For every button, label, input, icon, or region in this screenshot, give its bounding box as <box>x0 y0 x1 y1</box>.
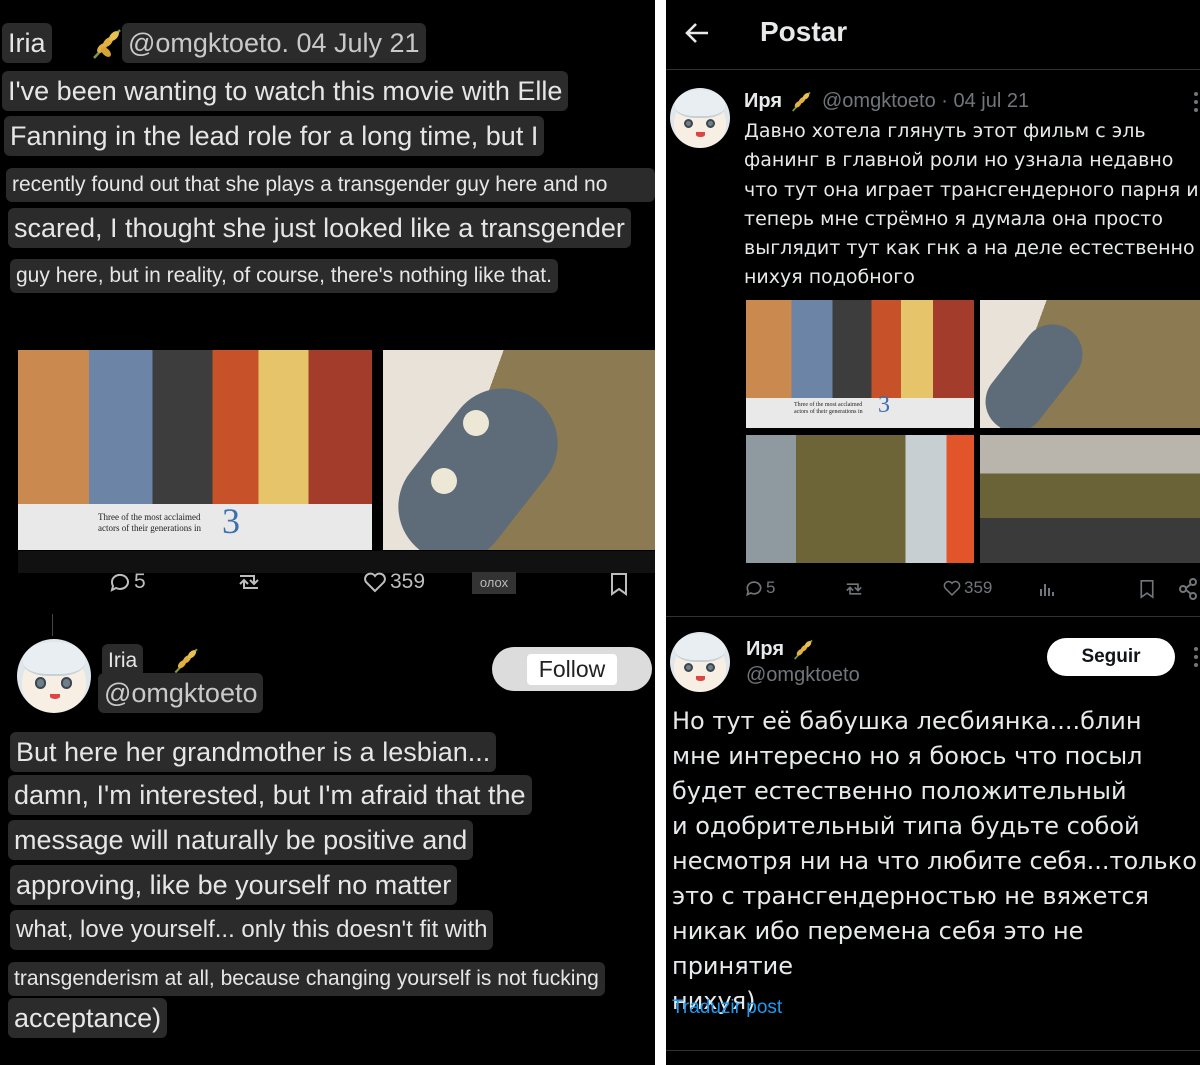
divider <box>666 616 1200 617</box>
reply-author-handle: @omgktoeto <box>98 673 264 713</box>
tweet-line: scared, I thought she just looked like a… <box>8 208 631 248</box>
wheat-emoji-icon <box>174 648 198 674</box>
more-icon[interactable] <box>1194 647 1198 667</box>
reply-count: 5 <box>766 578 776 597</box>
top-bar: Postar <box>666 0 1200 70</box>
tweet-image-movie-poster[interactable]: Three of the most acclaimed actors of th… <box>746 300 974 428</box>
reply-action[interactable]: 5 <box>744 578 775 598</box>
tweet-line: recently found out that she plays a tran… <box>6 168 655 202</box>
reply-icon <box>746 581 762 597</box>
reply-line: But here her grandmother is a lesbian... <box>10 732 497 772</box>
tweet-image-sitting[interactable] <box>980 435 1200 563</box>
follow-button[interactable]: Seguir <box>1047 638 1175 676</box>
tweet-text-line: нихуя подобного <box>744 266 915 289</box>
poster-caption-text: Three of the most acclaimed actors of th… <box>794 402 863 415</box>
reply-icon <box>110 573 129 592</box>
tweet-line: I've been wanting to watch this movie wi… <box>2 71 569 111</box>
views-icon[interactable] <box>1038 580 1056 598</box>
poster-caption-number: 3 <box>878 392 890 418</box>
reply-text-line: будет естественно положительный <box>672 777 1127 805</box>
reply-action[interactable]: 5 <box>108 570 146 594</box>
follow-button-label: Seguir <box>1081 646 1141 667</box>
author-handle-date: @omgktoeto · 04 jul 21 <box>822 90 1030 112</box>
retweet-icon[interactable] <box>842 579 866 599</box>
reply-text-line: мне интересно но я боюсь что посыл <box>672 742 1143 770</box>
back-arrow-icon[interactable] <box>682 18 712 48</box>
more-icon[interactable] <box>1194 92 1198 112</box>
tweet-text-line: выглядит тут как гнк а на деле естествен… <box>744 237 1195 260</box>
wheat-emoji-icon <box>93 29 121 59</box>
retweet-action[interactable] <box>234 570 264 594</box>
reply-text-line: и одобрительный типа будьте собой <box>672 812 1140 840</box>
divider <box>666 1050 1200 1051</box>
reply-author-name[interactable]: Иря <box>746 638 784 661</box>
poster-caption: Three of the most acclaimed actors of th… <box>18 501 372 550</box>
reply-line: approving, like be yourself no matter <box>10 865 458 905</box>
wheel-shape <box>431 468 457 494</box>
retweet-icon <box>239 575 259 589</box>
reply-text-line: это с трансгендерностью не вяжется <box>672 882 1149 910</box>
tweet-text-line: Давно хотела глянуть этот фильм с эль <box>744 120 1146 142</box>
follow-button[interactable]: Follow <box>492 647 652 691</box>
original-screenshot-panel: Postar Иря @omgktoeto · 04 jul 21 Давно … <box>666 0 1200 1065</box>
wheat-emoji-icon <box>794 639 813 660</box>
tweet-text-line: теперь мне стрёмно я думала она просто <box>744 207 1163 230</box>
like-count: 359 <box>390 570 426 593</box>
poster-caption: Three of the most acclaimed actors of th… <box>746 392 974 428</box>
follow-button-label: Follow <box>526 653 618 685</box>
author-handle-date: @omgktoeto. 04 July 21 <box>122 23 426 63</box>
reply-text-line: несмотря ни на что любите себя...только <box>672 847 1197 875</box>
bookmark-icon[interactable] <box>1138 579 1156 599</box>
translate-post-link[interactable]: Traduzir post <box>672 997 782 1019</box>
poster-caption-number: 3 <box>222 501 240 541</box>
reply-line: transgenderism at all, because changing … <box>8 962 605 996</box>
page-title: Postar <box>760 16 848 47</box>
author-name-text: Iria <box>8 28 46 58</box>
reply-author-name-text: Iria <box>108 649 138 672</box>
reply-count: 5 <box>134 570 146 593</box>
views-label: олох <box>479 575 509 590</box>
reply-text: Но тут её бабушка лесбиянка....блин мне … <box>672 704 1200 1019</box>
reply-line: damn, I'm interested, but I'm afraid tha… <box>8 775 532 815</box>
wheel-shape <box>463 410 489 436</box>
reply-line: acceptance) <box>8 998 168 1038</box>
reply-text-line: никак ибо перемена себя это не принятие <box>672 917 1084 980</box>
like-icon <box>364 572 386 593</box>
tweet-text-line: фанинг в главной роли но узнала недавно <box>744 149 1174 172</box>
skateboard-shape <box>383 366 580 550</box>
avatar[interactable] <box>670 88 730 148</box>
views-overlay: олох <box>472 572 516 594</box>
like-count: 359 <box>964 578 993 597</box>
reply-line: message will naturally be positive and <box>8 820 474 860</box>
tweet-line: guy here, but in reality, of course, the… <box>10 259 558 293</box>
tweet-image-jacket[interactable] <box>746 435 974 563</box>
share-icon[interactable] <box>1178 578 1198 600</box>
tweet-image-skateboard[interactable] <box>980 300 1200 428</box>
tweet-text-line: что тут она играет трансгендерного парня… <box>744 178 1199 201</box>
translated-screenshot-panel: Iria @omgktoeto. 04 July 21 I've been wa… <box>0 0 655 1065</box>
thread-line <box>52 614 53 636</box>
author-name[interactable]: Iria <box>2 23 52 63</box>
like-action[interactable]: 359 <box>942 578 992 598</box>
avatar[interactable] <box>670 632 730 692</box>
wheat-emoji-icon <box>792 91 811 112</box>
poster-caption-text: Three of the most acclaimed actors of th… <box>98 512 201 533</box>
tweet-line: Fanning in the lead role for a long time… <box>4 116 545 156</box>
tweet-image-movie-poster[interactable]: Three of the most acclaimed actors of th… <box>18 350 372 550</box>
reply-line: what, love yourself... only this doesn't… <box>10 910 494 950</box>
author-name[interactable]: Иря <box>744 90 782 113</box>
like-action[interactable]: 359 <box>362 570 425 594</box>
like-icon <box>943 580 961 597</box>
tweet-text: Давно хотела глянуть этот фильм с эль фа… <box>744 117 1200 293</box>
avatar[interactable] <box>17 639 91 713</box>
reply-text-line: Но тут её бабушка лесбиянка....блин <box>672 707 1142 735</box>
tweet-image-skateboard[interactable] <box>383 350 655 550</box>
bookmark-icon[interactable] <box>608 572 630 596</box>
reply-author-handle: @omgktoeto <box>746 664 860 686</box>
